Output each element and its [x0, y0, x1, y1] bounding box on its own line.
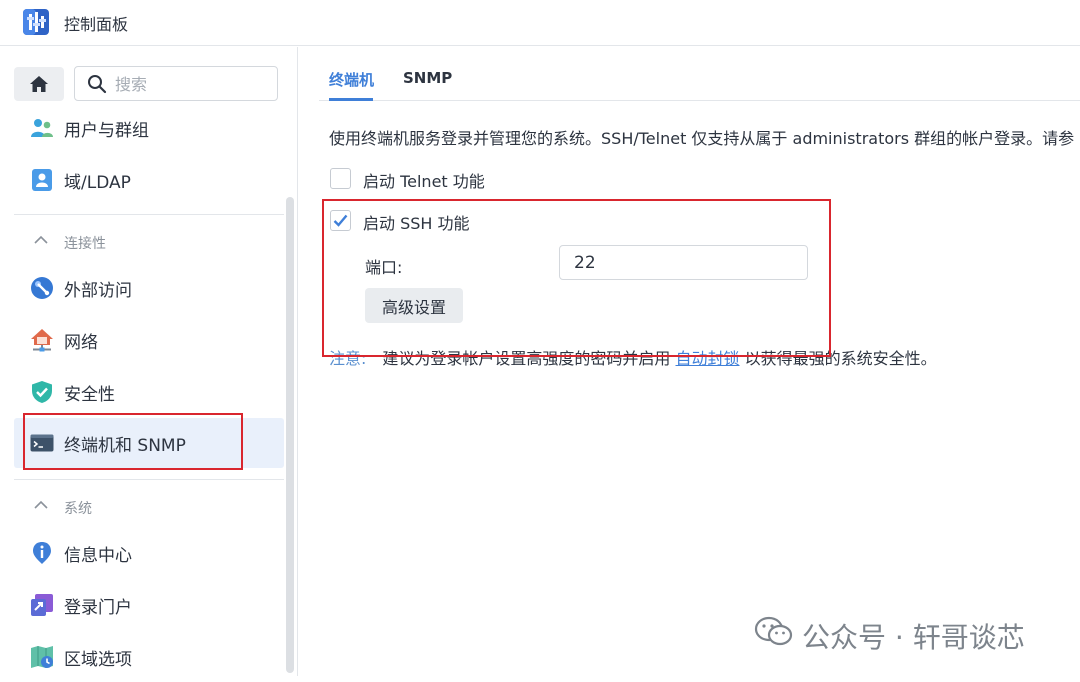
sidebar-item-info-center[interactable]: 信息中心	[14, 528, 284, 578]
sidebar-item-users-groups[interactable]: 用户与群组	[14, 103, 284, 153]
home-button[interactable]	[14, 67, 64, 101]
tab-terminal[interactable]: 终端机	[329, 69, 374, 90]
divider	[14, 214, 284, 215]
external-access-icon	[31, 277, 53, 299]
title-bar: 控制面板	[0, 0, 1080, 46]
description-text: 使用终端机服务登录并管理您的系统。SSH/Telnet 仅支持从属于 admin…	[329, 129, 1075, 148]
sidebar-item-label: 域/LDAP	[64, 173, 131, 193]
sidebar-scrollbar[interactable]	[286, 197, 294, 673]
tab-snmp[interactable]: SNMP	[403, 69, 452, 87]
telnet-checkbox-label: 启动 Telnet 功能	[363, 172, 485, 191]
sidebar-item-regional-options[interactable]: 区域选项	[14, 632, 284, 682]
tab-bar: 终端机 SNMP	[319, 47, 1080, 101]
sidebar-item-network[interactable]: 网络	[14, 315, 284, 365]
regional-options-icon	[31, 646, 53, 668]
telnet-checkbox[interactable]	[330, 168, 351, 189]
sidebar-item-login-portal[interactable]: 登录门户	[14, 580, 284, 630]
wechat-icon	[754, 616, 793, 646]
chevron-up-icon	[34, 235, 48, 244]
sidebar-item-label: 安全性	[64, 385, 115, 405]
sidebar-item-label: 网络	[64, 333, 98, 353]
sidebar: 用户与群组 域/LDAP 连接性 外部访问	[0, 47, 298, 676]
sidebar-item-label: 用户与群组	[64, 121, 149, 141]
sidebar-item-label: 登录门户	[64, 598, 132, 618]
sidebar-item-label: 外部访问	[64, 281, 132, 301]
info-center-icon	[33, 542, 51, 564]
section-label: 连接性	[64, 236, 106, 252]
search-box[interactable]	[74, 66, 278, 101]
section-label: 系统	[64, 501, 92, 517]
highlight-box-sidebar	[23, 413, 243, 470]
divider	[14, 479, 284, 480]
sidebar-item-label: 信息中心	[64, 546, 132, 566]
security-shield-icon	[32, 381, 52, 403]
highlight-box-ssh	[322, 199, 831, 357]
watermark-text: 公众号 · 轩哥谈芯	[802, 621, 1025, 654]
search-input[interactable]	[115, 73, 265, 95]
sidebar-item-domain-ldap[interactable]: 域/LDAP	[14, 155, 284, 205]
home-icon	[30, 76, 48, 92]
section-header-system[interactable]: 系统	[14, 487, 284, 527]
app-title: 控制面板	[64, 15, 129, 34]
sidebar-item-external-access[interactable]: 外部访问	[14, 263, 284, 313]
main-panel: 终端机 SNMP 使用终端机服务登录并管理您的系统。SSH/Telnet 仅支持…	[299, 47, 1080, 676]
section-header-connectivity[interactable]: 连接性	[14, 222, 284, 262]
network-icon	[31, 329, 53, 352]
users-icon	[31, 119, 53, 137]
search-icon	[88, 75, 107, 94]
control-panel-icon	[23, 9, 49, 35]
domain-ldap-icon	[32, 169, 52, 191]
login-portal-icon	[31, 594, 53, 616]
chevron-up-icon	[34, 500, 48, 509]
sidebar-item-security[interactable]: 安全性	[14, 367, 284, 417]
active-tab-indicator	[329, 98, 373, 101]
sidebar-item-label: 区域选项	[64, 650, 132, 670]
